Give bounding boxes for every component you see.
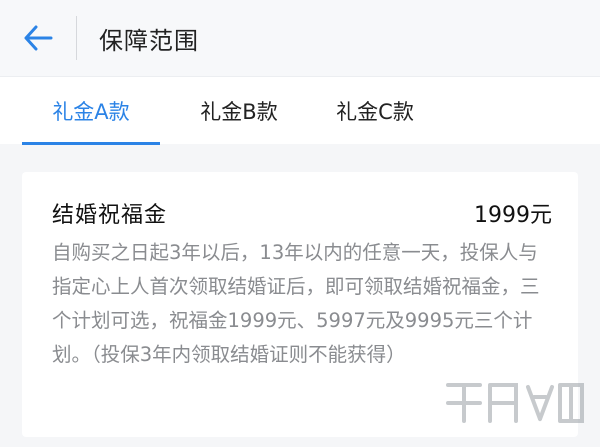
coverage-description: 自购买之日起3年以后，13年以内的任意一天，投保人与指定心上人首次领取结婚证后，… bbox=[52, 241, 540, 366]
coverage-amount: 1999元 bbox=[474, 203, 552, 228]
page: 保障范围 礼金A款 礼金B款 礼金C款 结婚祝福金 1999元 自购买之日起3年… bbox=[0, 0, 600, 447]
top-bar: 保障范围 bbox=[0, 0, 600, 76]
header-divider bbox=[76, 16, 77, 60]
tab-label: 礼金C款 bbox=[336, 100, 414, 124]
arrow-left-icon bbox=[24, 25, 53, 51]
tab-bar: 礼金A款 礼金B款 礼金C款 bbox=[0, 76, 600, 145]
watermark-logo bbox=[446, 383, 584, 423]
tab-label: 礼金B款 bbox=[200, 100, 278, 124]
card-header: 结婚祝福金 1999元 bbox=[52, 196, 552, 230]
coverage-title: 结婚祝福金 bbox=[52, 203, 168, 228]
tab-gift-c[interactable]: 礼金C款 bbox=[306, 77, 444, 145]
back-button[interactable] bbox=[0, 0, 76, 76]
tab-label: 礼金A款 bbox=[52, 100, 130, 124]
page-title: 保障范围 bbox=[99, 26, 199, 55]
tab-gift-a[interactable]: 礼金A款 bbox=[22, 77, 160, 145]
active-tab-indicator bbox=[22, 142, 160, 145]
tab-gift-b[interactable]: 礼金B款 bbox=[170, 77, 308, 145]
